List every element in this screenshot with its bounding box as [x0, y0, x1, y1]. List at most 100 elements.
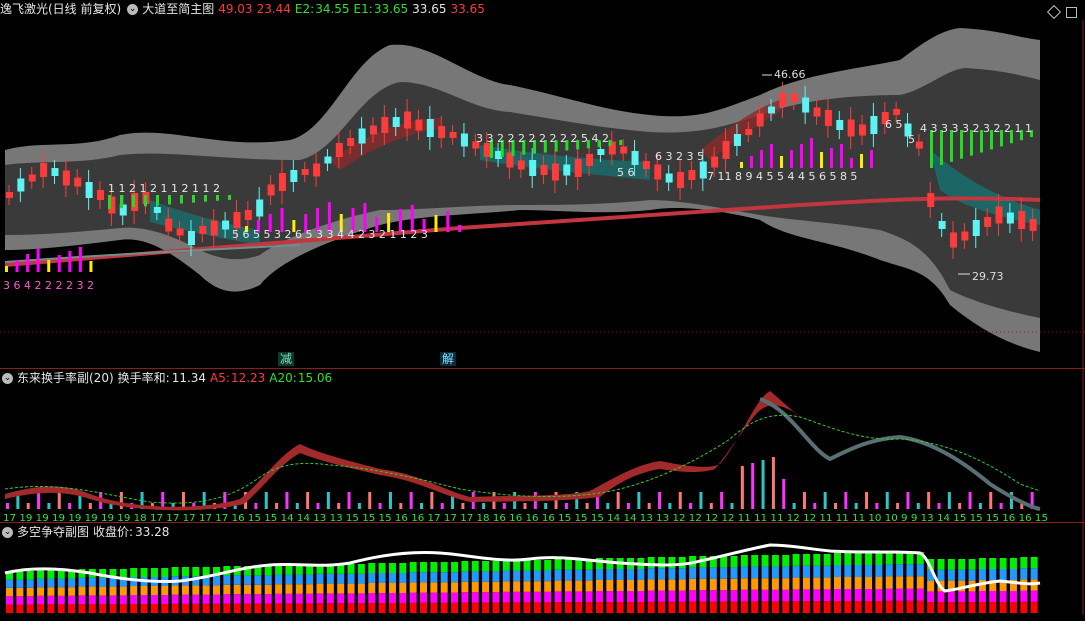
stack-segment [564, 591, 572, 603]
stack-segment [513, 581, 521, 592]
stack-segment [947, 591, 955, 603]
stack-segment [502, 581, 510, 592]
tag-jie: 解 [440, 352, 457, 366]
stack-segment [1009, 558, 1017, 569]
stack-segment [109, 577, 117, 587]
stack-segment [896, 588, 904, 601]
stack-segment [492, 571, 500, 582]
stack-segment [595, 580, 603, 591]
stack-segment [834, 589, 841, 601]
stack-segment [823, 601, 831, 613]
green-signal-bar [216, 195, 219, 201]
stack-segment [627, 602, 634, 613]
candle-body [995, 206, 1003, 224]
bull-bear-canvas[interactable] [0, 523, 1085, 615]
stack-segment [813, 577, 821, 590]
stack-segment [564, 559, 572, 570]
stack-segment [171, 567, 179, 577]
stack-segment [999, 569, 1007, 580]
candle-body [938, 221, 946, 229]
stack-segment [440, 562, 448, 573]
stack-segment [326, 573, 334, 584]
stack-segment [533, 570, 541, 582]
turnover-bar [564, 503, 568, 509]
main-chart-panel[interactable]: 逸飞激光(日线 前复权) ⌄ 大道至简主图 49.03 23.44 E2: 34… [0, 0, 1085, 368]
green-signal-bar [930, 130, 933, 168]
stack-segment [751, 601, 759, 613]
stack-segment [947, 559, 955, 570]
stack-segment [471, 592, 479, 603]
stack-segment [399, 593, 407, 603]
turnover-bar [554, 492, 558, 509]
turnover-bar [875, 503, 879, 509]
stack-segment [896, 564, 904, 577]
stack-segment [326, 593, 334, 604]
stack-segment [802, 554, 810, 566]
candle-body [187, 231, 195, 245]
stack-segment [1009, 602, 1017, 613]
turnover-bar [689, 503, 693, 509]
stack-segment [544, 602, 552, 613]
bull-bear-panel[interactable]: ⌄ 多空争夺副图 收盘价: 33.28 [0, 522, 1085, 621]
green-signal-bar [619, 140, 623, 146]
stack-segment [306, 593, 314, 604]
stack-segment [181, 585, 189, 595]
candle-body [961, 231, 969, 241]
stack-segment [844, 601, 852, 613]
candle-body [688, 170, 696, 180]
stack-segment [6, 587, 13, 597]
stack-segment [689, 601, 697, 613]
stack-segment [192, 585, 200, 595]
stack-segment [813, 565, 821, 578]
turnover-bar [916, 503, 920, 509]
green-signal-bar [120, 195, 123, 209]
turnover-bar [947, 492, 951, 509]
turnover-bar [461, 503, 465, 509]
stack-segment [844, 565, 852, 577]
stack-segment [947, 569, 955, 581]
turnover-bar [523, 503, 527, 509]
stack-segment [720, 590, 728, 602]
stack-segment [1020, 590, 1028, 602]
candle-body [768, 106, 776, 114]
stack-segment [140, 586, 148, 595]
turnover-bar [337, 503, 341, 509]
stack-segment [130, 604, 138, 613]
candle-body [347, 138, 355, 146]
candle-body [267, 184, 275, 196]
candle-body [517, 160, 525, 170]
stack-segment [347, 564, 355, 574]
turnover-chart-canvas[interactable]: 17 19 19 19 19 19 19 19 18 17 17 17 17 1… [0, 369, 1085, 523]
stack-segment [647, 568, 655, 580]
stack-segment [885, 552, 893, 565]
stack-segment [57, 570, 65, 579]
stack-segment [26, 571, 34, 580]
main-chart-canvas[interactable]: 46.66 29.73 3 6 4 2 2 2 2 3 2 1 1 2 1 2 … [0, 0, 1085, 368]
stack-segment [771, 555, 779, 567]
stack-segment [647, 557, 655, 569]
turnover-panel[interactable]: ⌄ 东来换手率副(20) 换手率和: 11.34 A5: 12.23 A20: … [0, 368, 1085, 523]
stack-segment [792, 589, 800, 602]
turnover-bar [26, 503, 30, 509]
stack-segment [68, 604, 76, 613]
stack-segment [440, 582, 448, 593]
stack-segment [616, 569, 624, 580]
stack-segment [865, 601, 873, 613]
stack-segment [751, 589, 759, 602]
green-signal-bar [108, 195, 111, 209]
stack-segment [347, 593, 355, 604]
stack-segment [285, 593, 293, 604]
stack-segment [337, 603, 345, 613]
stack-segment [202, 585, 210, 595]
stack-segment [99, 586, 107, 596]
stack-segment [906, 576, 914, 589]
stack-segment [99, 577, 107, 587]
stack-segment [585, 569, 593, 581]
stack-segment [720, 567, 728, 579]
stack-segment [233, 575, 241, 585]
stack-segment [513, 602, 521, 613]
stack-segment [409, 592, 417, 603]
stack-segment [730, 590, 738, 602]
numbers-d: 5 6 [617, 166, 635, 179]
stack-segment [834, 553, 841, 565]
